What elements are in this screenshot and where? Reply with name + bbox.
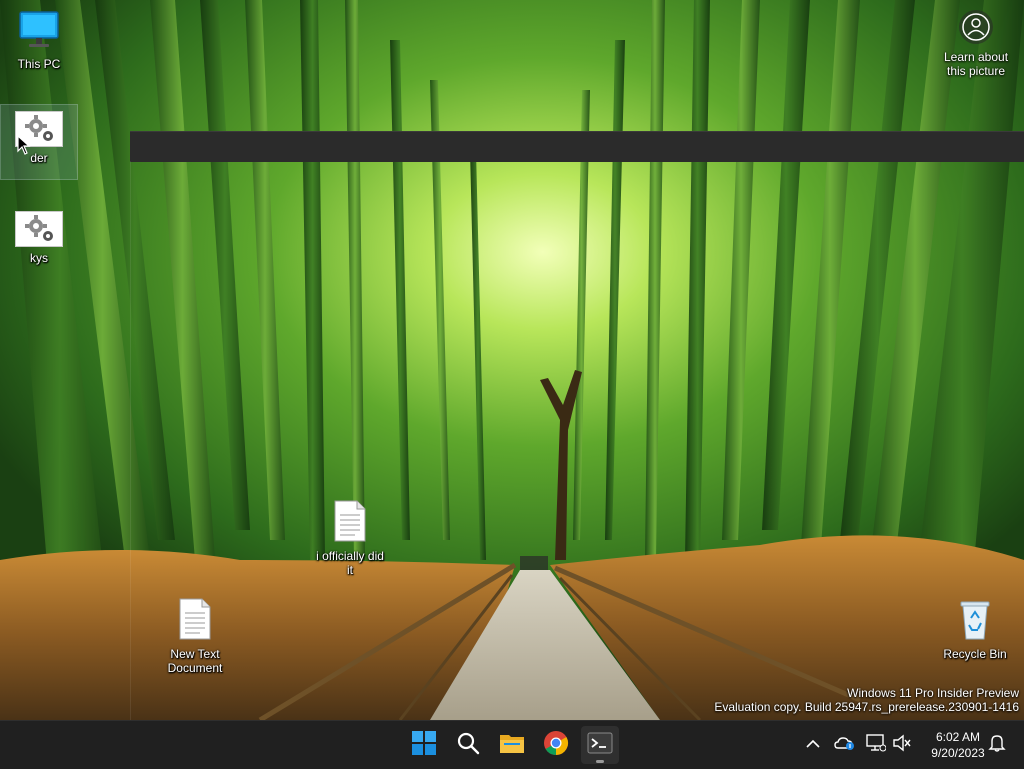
chevron-up-icon <box>806 736 820 754</box>
chrome-button[interactable] <box>537 726 575 764</box>
search-icon <box>456 731 480 760</box>
volume-tray-button[interactable] <box>890 733 914 757</box>
bell-icon <box>988 733 1006 758</box>
onedrive-tray-button[interactable] <box>833 733 857 757</box>
network-tray-button[interactable] <box>864 733 888 757</box>
windows-logo-icon <box>412 730 436 760</box>
volume-muted-icon <box>892 734 912 757</box>
mouse-cursor-icon <box>17 134 31 160</box>
learn-about-label: Learn about this picture <box>943 50 1009 78</box>
learn-about-picture[interactable]: Learn about this picture <box>936 10 1016 78</box>
window-outline <box>130 161 1024 720</box>
build-watermark: Windows 11 Pro Insider Preview Evaluatio… <box>714 686 1019 714</box>
start-button[interactable] <box>405 726 443 764</box>
onedrive-icon <box>834 735 856 756</box>
watermark-line-2: Evaluation copy. Build 25947.rs_prerelea… <box>714 700 1019 714</box>
terminal-icon <box>587 732 613 759</box>
desktop-icon-this-pc[interactable]: This PC <box>1 10 77 71</box>
camera-icon <box>959 10 993 44</box>
gear-icon <box>15 211 63 247</box>
notifications-button[interactable] <box>985 733 1009 757</box>
file-explorer-button[interactable] <box>493 726 531 764</box>
desktop-icon-kys[interactable]: kys <box>1 211 77 265</box>
show-hidden-icons-button[interactable] <box>801 733 825 757</box>
active-indicator <box>596 760 604 763</box>
window-title-bar[interactable] <box>130 131 1024 162</box>
desktop-icon-der[interactable]: der <box>0 104 78 180</box>
folder-icon <box>499 732 525 759</box>
taskbar: 6:02 AM 9/20/2023 <box>0 720 1024 769</box>
chrome-icon <box>543 730 569 761</box>
terminal-button[interactable] <box>581 726 619 764</box>
network-icon <box>866 733 887 757</box>
monitor-icon <box>1 10 77 53</box>
watermark-line-1: Windows 11 Pro Insider Preview <box>847 686 1019 700</box>
search-button[interactable] <box>449 726 487 764</box>
